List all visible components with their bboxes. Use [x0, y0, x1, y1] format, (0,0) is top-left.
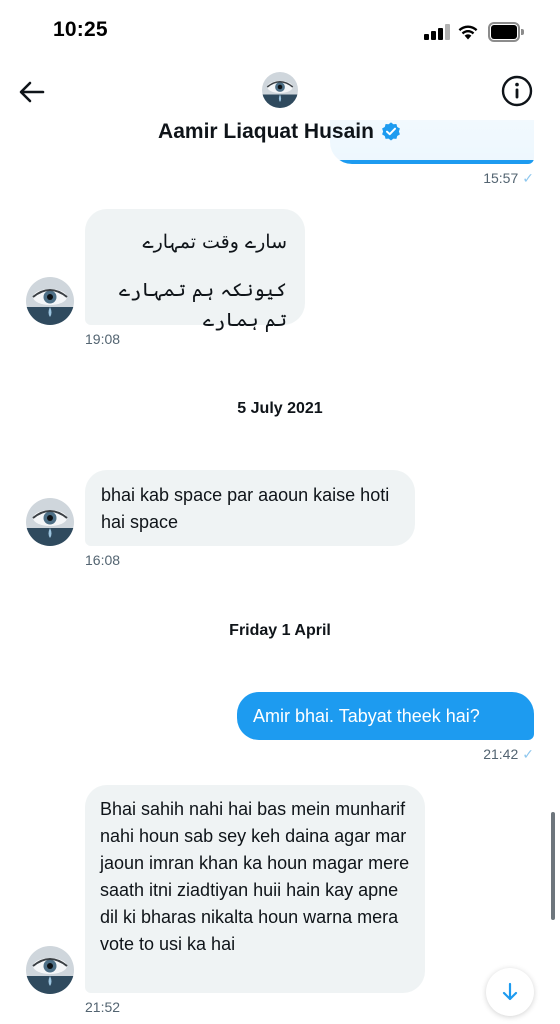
sent-check-icon: ✓: [522, 170, 534, 186]
eye-teardrop-avatar-icon: [262, 72, 298, 108]
scroll-to-bottom-button[interactable]: [486, 968, 534, 1016]
scrollbar[interactable]: [551, 812, 555, 920]
message-bubble-incoming[interactable]: Bhai sahih nahi hai bas mein munharif na…: [85, 785, 425, 993]
arrow-left-icon: [19, 81, 45, 103]
header-avatar[interactable]: [262, 72, 298, 108]
sender-avatar[interactable]: [26, 277, 74, 325]
urdu-line-2: کیونکہ ہم تمہارے تم ہمارے: [119, 279, 287, 331]
message-timestamp: 16:08: [85, 552, 121, 568]
eye-teardrop-avatar-icon: [26, 277, 74, 325]
status-bar: 10:25: [0, 0, 560, 64]
message-bubble-incoming[interactable]: سارے وقت تمہارے کیونکہ ہم تمہارے تم ہمار…: [85, 209, 305, 331]
message-timestamp: 21:42 ✓: [483, 746, 534, 762]
message-text: Amir bhai. Tabyat theek hai?: [253, 706, 480, 726]
sent-check-icon: ✓: [522, 746, 534, 762]
eye-teardrop-avatar-icon: [26, 946, 74, 994]
sender-avatar[interactable]: [26, 946, 74, 994]
contact-name: Aamir Liaquat Husain: [158, 120, 374, 143]
message-timestamp: 21:52: [85, 999, 121, 1015]
message-bubble-incoming[interactable]: bhai kab space par aaoun kaise hoti hai …: [85, 470, 415, 546]
message-timestamp: 19:08: [85, 331, 121, 347]
eye-teardrop-avatar-icon: [26, 498, 74, 546]
info-icon: [501, 75, 533, 107]
info-button[interactable]: [500, 74, 534, 108]
urdu-line-1: سارے وقت تمہارے: [142, 231, 287, 253]
message-text: Bhai sahih nahi hai bas mein munharif na…: [100, 799, 410, 954]
back-button[interactable]: [16, 76, 48, 108]
verified-badge-icon: [382, 122, 400, 141]
status-time: 10:25: [53, 18, 108, 41]
cellular-signal-icon: [424, 24, 450, 40]
message-timestamp: 15:57 ✓: [483, 170, 534, 186]
message-text: bhai kab space par aaoun kaise hoti hai …: [101, 485, 390, 532]
date-separator: Friday 1 April: [229, 622, 331, 639]
arrow-down-icon: [502, 982, 518, 1001]
wifi-icon: [458, 25, 478, 40]
date-separator: 5 July 2021: [237, 400, 323, 417]
message-bubble-outgoing[interactable]: Amir bhai. Tabyat theek hai?: [237, 692, 534, 740]
battery-icon: [488, 22, 524, 42]
sender-avatar[interactable]: [26, 498, 74, 546]
header-name-row[interactable]: Aamir Liaquat Husain: [0, 120, 560, 144]
conversation-header: Aamir Liaquat Husain: [0, 64, 560, 160]
